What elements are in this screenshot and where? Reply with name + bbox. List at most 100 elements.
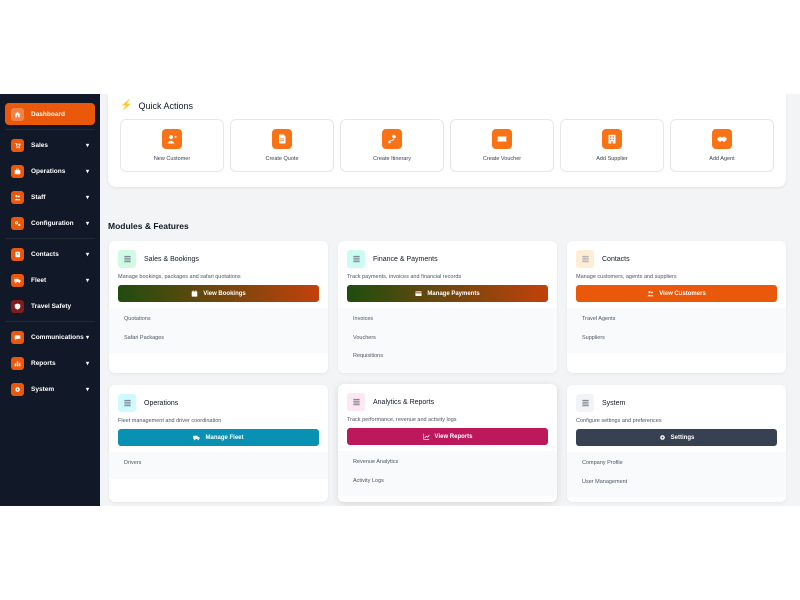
credit-card-icon — [415, 291, 422, 296]
sidebar-item-label: Sales — [31, 141, 48, 149]
module-card-sales-bookings: Sales & Bookings Manage bookings, packag… — [109, 241, 328, 373]
quick-actions-grid: New Customer Create Quote Create Itinera… — [120, 119, 774, 172]
quick-action-add-supplier[interactable]: Add Supplier — [560, 119, 664, 172]
sidebar-item-operations[interactable]: Operations ▾ — [5, 160, 95, 182]
sidebar-item-label: Contacts — [31, 250, 59, 258]
quick-action-create-voucher[interactable]: Create Voucher — [450, 119, 554, 172]
quick-action-create-quote[interactable]: Create Quote — [230, 119, 334, 172]
chevron-down-icon: ▾ — [85, 251, 89, 258]
quick-actions-title: Quick Actions — [138, 100, 193, 111]
button-label: View Reports — [434, 433, 473, 440]
chevron-down-icon: ▾ — [85, 142, 89, 149]
button-label: View Bookings — [203, 290, 246, 297]
module-description: Configure settings and preferences — [576, 418, 662, 424]
module-links: Invoices Vouchers Requisitions — [338, 308, 557, 372]
quick-actions-heading: ⚡ Quick Actions — [120, 100, 774, 111]
modules-heading: Modules & Features — [108, 221, 189, 231]
quick-action-label: Create Itinerary — [373, 156, 411, 162]
gear-icon — [659, 435, 665, 440]
building-icon — [602, 129, 622, 149]
module-card-analytics-reports: Analytics & Reports Track performance, r… — [338, 384, 557, 502]
module-link-company-profile[interactable]: Company Profile — [567, 454, 786, 473]
module-link-user-management[interactable]: User Management — [567, 473, 786, 492]
app-window: Dashboard Sales ▾ Operations ▾ Staff ▾ C… — [0, 94, 800, 506]
settings-button[interactable]: Settings — [576, 429, 777, 446]
module-card-operations: Operations Fleet management and driver c… — [109, 385, 328, 502]
quick-action-label: Add Supplier — [596, 156, 628, 162]
quick-action-add-agent[interactable]: Add Agent — [670, 119, 774, 172]
module-link-safari-packages[interactable]: Safari Packages — [109, 329, 328, 348]
users-icon — [647, 290, 654, 297]
sidebar-item-label: Reports — [31, 359, 56, 367]
chevron-down-icon: ▾ — [85, 386, 89, 393]
module-title: Finance & Payments — [373, 255, 438, 263]
ticket-icon — [492, 129, 512, 149]
sidebar-item-label: System — [31, 385, 55, 393]
sidebar-item-fleet[interactable]: Fleet ▾ — [5, 269, 95, 291]
module-links: Company Profile User Management — [567, 452, 786, 497]
view-bookings-button[interactable]: View Bookings — [118, 285, 319, 302]
module-link-revenue-analytics[interactable]: Revenue Analytics — [338, 453, 557, 472]
sidebar-item-label: Dashboard — [31, 110, 65, 118]
chevron-down-icon: ▾ — [85, 334, 89, 341]
sidebar-item-label: Travel Safety — [31, 302, 72, 310]
sidebar-item-label: Staff — [31, 193, 46, 201]
chevron-down-icon: ▾ — [85, 194, 89, 201]
sidebar-item-configuration[interactable]: Configuration ▾ — [5, 212, 95, 234]
sidebar-item-label: Configuration — [31, 219, 74, 227]
sidebar-item-system[interactable]: System ▾ — [5, 378, 95, 400]
manage-payments-button[interactable]: Manage Payments — [347, 285, 548, 302]
module-link-suppliers[interactable]: Suppliers — [567, 329, 786, 348]
file-icon — [272, 129, 292, 149]
module-links: Quotations Safari Packages — [109, 308, 328, 353]
sidebar-item-sales[interactable]: Sales ▾ — [5, 134, 95, 156]
module-link-vouchers[interactable]: Vouchers — [338, 329, 557, 348]
main-content: ⚡ Quick Actions New Customer Create Quot… — [100, 94, 800, 506]
module-description: Track payments, invoices and financial r… — [347, 274, 462, 280]
manage-fleet-button[interactable]: Manage Fleet — [118, 429, 319, 446]
module-links: Revenue Analytics Activity Logs — [338, 451, 557, 496]
view-reports-button[interactable]: View Reports — [347, 428, 548, 445]
quick-action-create-itinerary[interactable]: Create Itinerary — [340, 119, 444, 172]
sidebar-item-label: Communications — [31, 333, 84, 341]
users-icon — [11, 190, 24, 204]
sidebar: Dashboard Sales ▾ Operations ▾ Staff ▾ C… — [0, 94, 100, 506]
sidebar-item-dashboard[interactable]: Dashboard — [5, 103, 95, 125]
sidebar-item-reports[interactable]: Reports ▾ — [5, 352, 95, 374]
module-link-drivers[interactable]: Drivers — [109, 454, 328, 473]
truck-icon — [193, 435, 201, 441]
chat-icon — [11, 330, 24, 344]
sidebar-item-contacts[interactable]: Contacts ▾ — [5, 243, 95, 265]
module-link-activity-logs[interactable]: Activity Logs — [338, 472, 557, 491]
sidebar-item-communications[interactable]: Communications ▾ — [5, 326, 95, 348]
module-description: Manage bookings, packages and safari quo… — [118, 274, 241, 280]
truck-icon — [11, 273, 24, 287]
module-card-contacts: Contacts Manage customers, agents and su… — [567, 241, 786, 373]
module-description: Track performance, revenue and activity … — [347, 417, 457, 423]
lightning-icon: ⚡ — [120, 100, 133, 111]
quick-action-label: Create Voucher — [482, 156, 522, 162]
sidebar-item-travel-safety[interactable]: Travel Safety — [5, 295, 95, 317]
module-title: Sales & Bookings — [144, 255, 199, 263]
sidebar-item-staff[interactable]: Staff ▾ — [5, 186, 95, 208]
document-icon — [576, 250, 594, 268]
quick-actions-panel: ⚡ Quick Actions New Customer Create Quot… — [108, 94, 786, 187]
module-links: Drivers — [109, 452, 328, 479]
module-description: Fleet management and driver coordination — [118, 418, 222, 424]
document-icon — [347, 250, 365, 268]
module-link-invoices[interactable]: Invoices — [338, 310, 557, 329]
sidebar-divider — [5, 129, 95, 130]
module-title: Contacts — [602, 255, 630, 263]
module-link-travel-agents[interactable]: Travel Agents — [567, 310, 786, 329]
view-customers-button[interactable]: View Customers — [576, 285, 777, 302]
quick-action-new-customer[interactable]: New Customer — [120, 119, 224, 172]
calendar-icon — [191, 290, 198, 297]
chevron-down-icon: ▾ — [85, 360, 89, 367]
module-link-quotations[interactable]: Quotations — [109, 310, 328, 329]
module-link-requisitions[interactable]: Requisitions — [338, 347, 557, 366]
button-label: View Customers — [659, 290, 706, 297]
line-chart-icon — [422, 433, 430, 440]
sidebar-divider — [5, 238, 95, 239]
module-description: Manage customers, agents and suppliers — [576, 274, 677, 280]
chevron-down-icon: ▾ — [85, 277, 89, 284]
